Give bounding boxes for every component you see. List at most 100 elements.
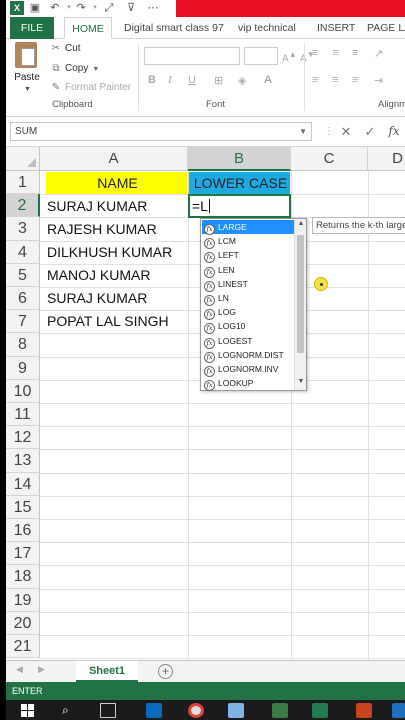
column-header-d[interactable]: D <box>368 147 405 171</box>
row-header-2[interactable]: 2 <box>6 194 40 218</box>
add-sheet-icon[interactable]: + <box>158 664 173 679</box>
cell-a4[interactable]: DILKHUSH KUMAR <box>45 241 187 263</box>
grow-font-icon[interactable]: A▲ <box>282 49 297 64</box>
align-bottom-icon[interactable]: ≡ <box>352 47 358 59</box>
app-icon[interactable] <box>228 703 244 718</box>
task-view-icon[interactable] <box>100 703 116 718</box>
row-header-9[interactable]: 9 <box>6 356 40 380</box>
redo-icon[interactable]: ↷ <box>74 1 88 15</box>
row-header-7[interactable]: 7 <box>6 310 40 334</box>
app-icon[interactable] <box>272 703 288 718</box>
row-header-13[interactable]: 13 <box>6 449 40 473</box>
borders-icon[interactable]: ⊞ <box>214 74 223 87</box>
row-header-8[interactable]: 8 <box>6 333 40 357</box>
autocomplete-item[interactable]: fx LINEST <box>202 277 294 292</box>
scrollbar-thumb[interactable] <box>297 235 304 353</box>
autocomplete-item[interactable]: fx LOG <box>202 305 294 321</box>
autocomplete-item[interactable]: fx LEN <box>202 263 294 278</box>
autocomplete-item[interactable]: fx LARGE <box>202 220 294 235</box>
align-right-icon[interactable]: ≡ <box>352 74 358 86</box>
sheet-tab-sheet1[interactable]: Sheet1 <box>76 661 138 682</box>
align-middle-icon[interactable]: ≡ <box>332 47 338 59</box>
windows-start-icon[interactable] <box>20 703 36 718</box>
tab-vip-technical[interactable]: vip technical <box>238 17 296 39</box>
scroll-right-icon[interactable]: ▶ <box>38 664 45 675</box>
cell-b1[interactable]: LOWER CASE <box>189 172 290 194</box>
column-header-b[interactable]: B <box>188 147 291 171</box>
row-header-19[interactable]: 19 <box>6 588 40 612</box>
name-box[interactable]: SUM ▼ <box>10 122 312 141</box>
row-header-5[interactable]: 5 <box>6 263 40 287</box>
row-header-21[interactable]: 21 <box>6 635 40 659</box>
autocomplete-item[interactable]: fx LOOKUP <box>202 376 294 392</box>
underline-button[interactable]: U <box>188 74 196 86</box>
cell-a6[interactable]: SURAJ KUMAR <box>45 287 187 309</box>
autocomplete-scrollbar[interactable]: ▲ ▼ <box>294 219 306 390</box>
autocomplete-item[interactable]: fx LOG10 <box>202 319 294 335</box>
tab-insert[interactable]: INSERT <box>317 17 355 39</box>
row-header-20[interactable]: 20 <box>6 611 40 635</box>
cancel-icon[interactable]: ✕ <box>336 122 356 141</box>
row-header-11[interactable]: 11 <box>6 403 40 427</box>
cell-a2[interactable]: SURAJ KUMAR <box>45 195 187 217</box>
scroll-left-icon[interactable]: ◀ <box>16 664 23 675</box>
row-header-12[interactable]: 12 <box>6 426 40 450</box>
row-header-10[interactable]: 10 <box>6 379 40 403</box>
cell-a3[interactable]: RAJESH KUMAR <box>45 218 187 240</box>
indent-icon[interactable]: ⇥ <box>374 74 383 87</box>
font-size-select[interactable] <box>244 47 278 65</box>
row-header-3[interactable]: 3 <box>6 217 40 241</box>
align-center-icon[interactable]: ≡ <box>332 74 338 86</box>
undo-icon[interactable]: ↶ <box>48 1 62 15</box>
powerpoint-taskbar-icon[interactable] <box>356 703 372 718</box>
chevron-up-icon[interactable]: ▲ <box>295 220 307 227</box>
row-header-14[interactable]: 14 <box>6 472 40 496</box>
row-header-16[interactable]: 16 <box>6 519 40 543</box>
autocomplete-item[interactable]: fx LCM <box>202 234 294 250</box>
app-icon[interactable] <box>392 703 405 718</box>
chevron-down-icon[interactable]: ▼ <box>295 378 307 385</box>
worksheet-grid[interactable]: A B C D 1 2 3 4 5 6 7 8 9 10 11 12 13 14 15 16 17 18 19 20 2… <box>6 147 405 660</box>
autocomplete-item[interactable]: fx LOGEST <box>202 334 294 349</box>
orientation-icon[interactable]: ↗ <box>374 47 383 60</box>
tab-home[interactable]: HOME <box>64 17 112 40</box>
autocomplete-item[interactable]: fx LN <box>202 291 294 306</box>
insert-function-icon[interactable]: fx <box>384 122 404 141</box>
row-header-15[interactable]: 15 <box>6 495 40 519</box>
enter-icon[interactable]: ✓ <box>360 122 380 141</box>
paste-button[interactable]: Paste ▼ <box>12 42 42 93</box>
format-painter-button[interactable]: ✎ Format Painter <box>50 82 131 93</box>
cut-button[interactable]: ✂ Cut <box>50 43 81 54</box>
cell-a1[interactable]: NAME <box>46 172 187 194</box>
chevron-down-icon[interactable]: ▼ <box>299 123 307 140</box>
cell-a5[interactable]: MANOJ KUMAR <box>45 264 187 286</box>
fill-color-icon[interactable]: ◈ <box>238 74 246 87</box>
search-icon[interactable]: ⌕ <box>62 703 78 718</box>
tab-file[interactable]: FILE <box>10 17 54 39</box>
tab-page-layout[interactable]: PAGE LAY <box>367 17 405 39</box>
row-header-4[interactable]: 4 <box>6 240 40 264</box>
filter-icon[interactable]: ⊽ <box>124 1 138 15</box>
function-autocomplete-list[interactable]: fx LARGE fx LCM fx LEFT fx LEN fx LINEST fx LN fx LOG… <box>200 218 307 392</box>
row-header-18[interactable]: 18 <box>6 565 40 589</box>
active-cell-b2[interactable]: =L <box>188 194 291 218</box>
tab-digital-smart-class[interactable]: Digital smart class 97 <box>124 17 224 39</box>
autocomplete-item[interactable]: fx LEFT <box>202 248 294 264</box>
row-header-17[interactable]: 17 <box>6 542 40 566</box>
chrome-icon[interactable] <box>188 703 204 718</box>
row-header-1[interactable]: 1 <box>6 171 40 195</box>
excel-taskbar-icon[interactable] <box>312 703 328 718</box>
font-color-icon[interactable]: A <box>264 74 272 86</box>
edge-icon[interactable] <box>146 703 162 718</box>
select-all-button[interactable] <box>6 147 40 171</box>
align-top-icon[interactable]: ≡ <box>312 47 318 59</box>
column-header-a[interactable]: A <box>40 147 188 171</box>
italic-button[interactable]: I <box>168 74 172 86</box>
save-icon[interactable]: ▣ <box>28 1 42 15</box>
redo-dropdown-icon[interactable]: ▾ <box>88 1 102 15</box>
autocomplete-item[interactable]: fx LOGNORM.INV <box>202 362 294 377</box>
autocomplete-item[interactable]: fx LOGNORM.DIST <box>202 348 294 363</box>
column-header-c[interactable]: C <box>291 147 368 171</box>
align-left-icon[interactable]: ≡ <box>312 74 318 86</box>
bold-button[interactable]: B <box>148 74 156 86</box>
